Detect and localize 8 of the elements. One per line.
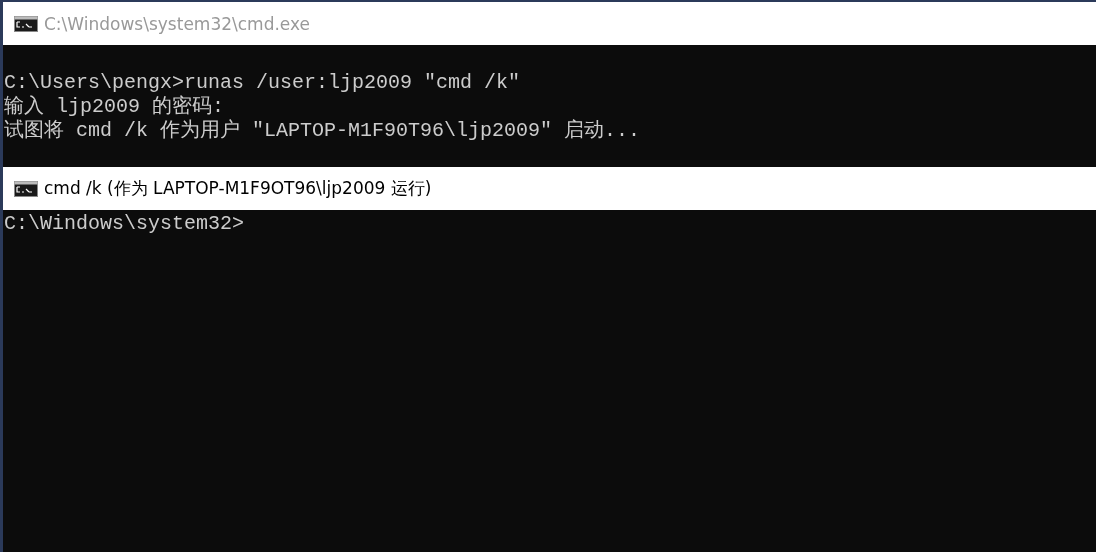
window-title: C:\Windows\system32\cmd.exe xyxy=(44,13,310,34)
console-line: C:\Users\pengx>runas /user:ljp2009 "cmd /k" xyxy=(4,71,521,95)
console-icon xyxy=(14,15,38,32)
console-icon xyxy=(14,180,38,197)
console-line: 试图将 cmd /k 作为用户 "LAPTOP-M1F90T96\ljp2009" 启动... xyxy=(4,119,641,143)
window-title: cmd /k (作为 LAPTOP-M1F9OT96\ljp2009 运行) xyxy=(44,177,432,200)
console-line: C:\Windows\system32> xyxy=(4,212,245,236)
console-line: 输入 ljp2009 的密码: xyxy=(4,95,225,119)
